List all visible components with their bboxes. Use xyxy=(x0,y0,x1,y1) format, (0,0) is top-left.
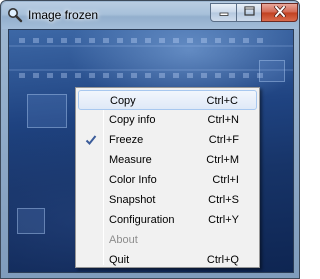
check-mark-icon xyxy=(81,130,101,150)
menu-item-label: Copy info xyxy=(109,114,156,126)
menu-item-configuration[interactable]: Configuration Ctrl+Y xyxy=(78,210,257,230)
menu-item-shortcut: Ctrl+N xyxy=(207,114,239,126)
close-icon xyxy=(273,4,286,20)
background-film-strip xyxy=(9,38,293,78)
menu-item-label: Measure xyxy=(109,154,152,166)
background-panel xyxy=(27,94,67,128)
menu-item-label: Freeze xyxy=(109,134,144,146)
close-button[interactable] xyxy=(261,3,298,22)
context-menu: Copy Ctrl+C Copy info Ctrl+N Freeze Ctrl… xyxy=(75,87,260,268)
title-bar[interactable]: Image frozen xyxy=(2,2,298,29)
menu-item-color-info[interactable]: Color Info Ctrl+I xyxy=(78,170,257,190)
menu-item-measure[interactable]: Measure Ctrl+M xyxy=(78,150,257,170)
magnifier-icon[interactable] xyxy=(7,7,23,23)
background-panel xyxy=(259,60,285,82)
menu-item-snapshot[interactable]: Snapshot Ctrl+S xyxy=(78,190,257,210)
menu-item-label: Snapshot xyxy=(109,194,156,206)
maximize-icon xyxy=(243,6,255,19)
menu-item-about[interactable]: About xyxy=(78,230,257,250)
menu-item-shortcut: Ctrl+I xyxy=(212,174,239,186)
menu-item-copy-info[interactable]: Copy info Ctrl+N xyxy=(78,110,257,130)
menu-item-copy[interactable]: Copy Ctrl+C xyxy=(78,90,257,110)
menu-item-shortcut: Ctrl+Q xyxy=(206,254,239,266)
minimize-button[interactable] xyxy=(210,3,237,22)
menu-item-shortcut: Ctrl+Y xyxy=(208,214,239,226)
menu-item-shortcut: Ctrl+C xyxy=(206,95,238,107)
minimize-icon xyxy=(219,7,229,19)
menu-item-shortcut: Ctrl+F xyxy=(208,134,239,146)
menu-item-label: About xyxy=(109,234,138,246)
menu-item-quit[interactable]: Quit Ctrl+Q xyxy=(78,250,257,270)
menu-item-label: Copy xyxy=(110,95,136,107)
menu-item-label: Quit xyxy=(109,254,130,266)
menu-item-shortcut: Ctrl+S xyxy=(208,194,239,206)
menu-item-label: Configuration xyxy=(109,214,175,226)
menu-item-freeze[interactable]: Freeze Ctrl+F xyxy=(78,130,257,150)
menu-item-shortcut: Ctrl+M xyxy=(206,154,239,166)
maximize-button[interactable] xyxy=(236,3,262,22)
background-panel xyxy=(17,208,45,234)
window-title: Image frozen xyxy=(28,8,99,22)
menu-item-label: Color Info xyxy=(109,174,157,186)
